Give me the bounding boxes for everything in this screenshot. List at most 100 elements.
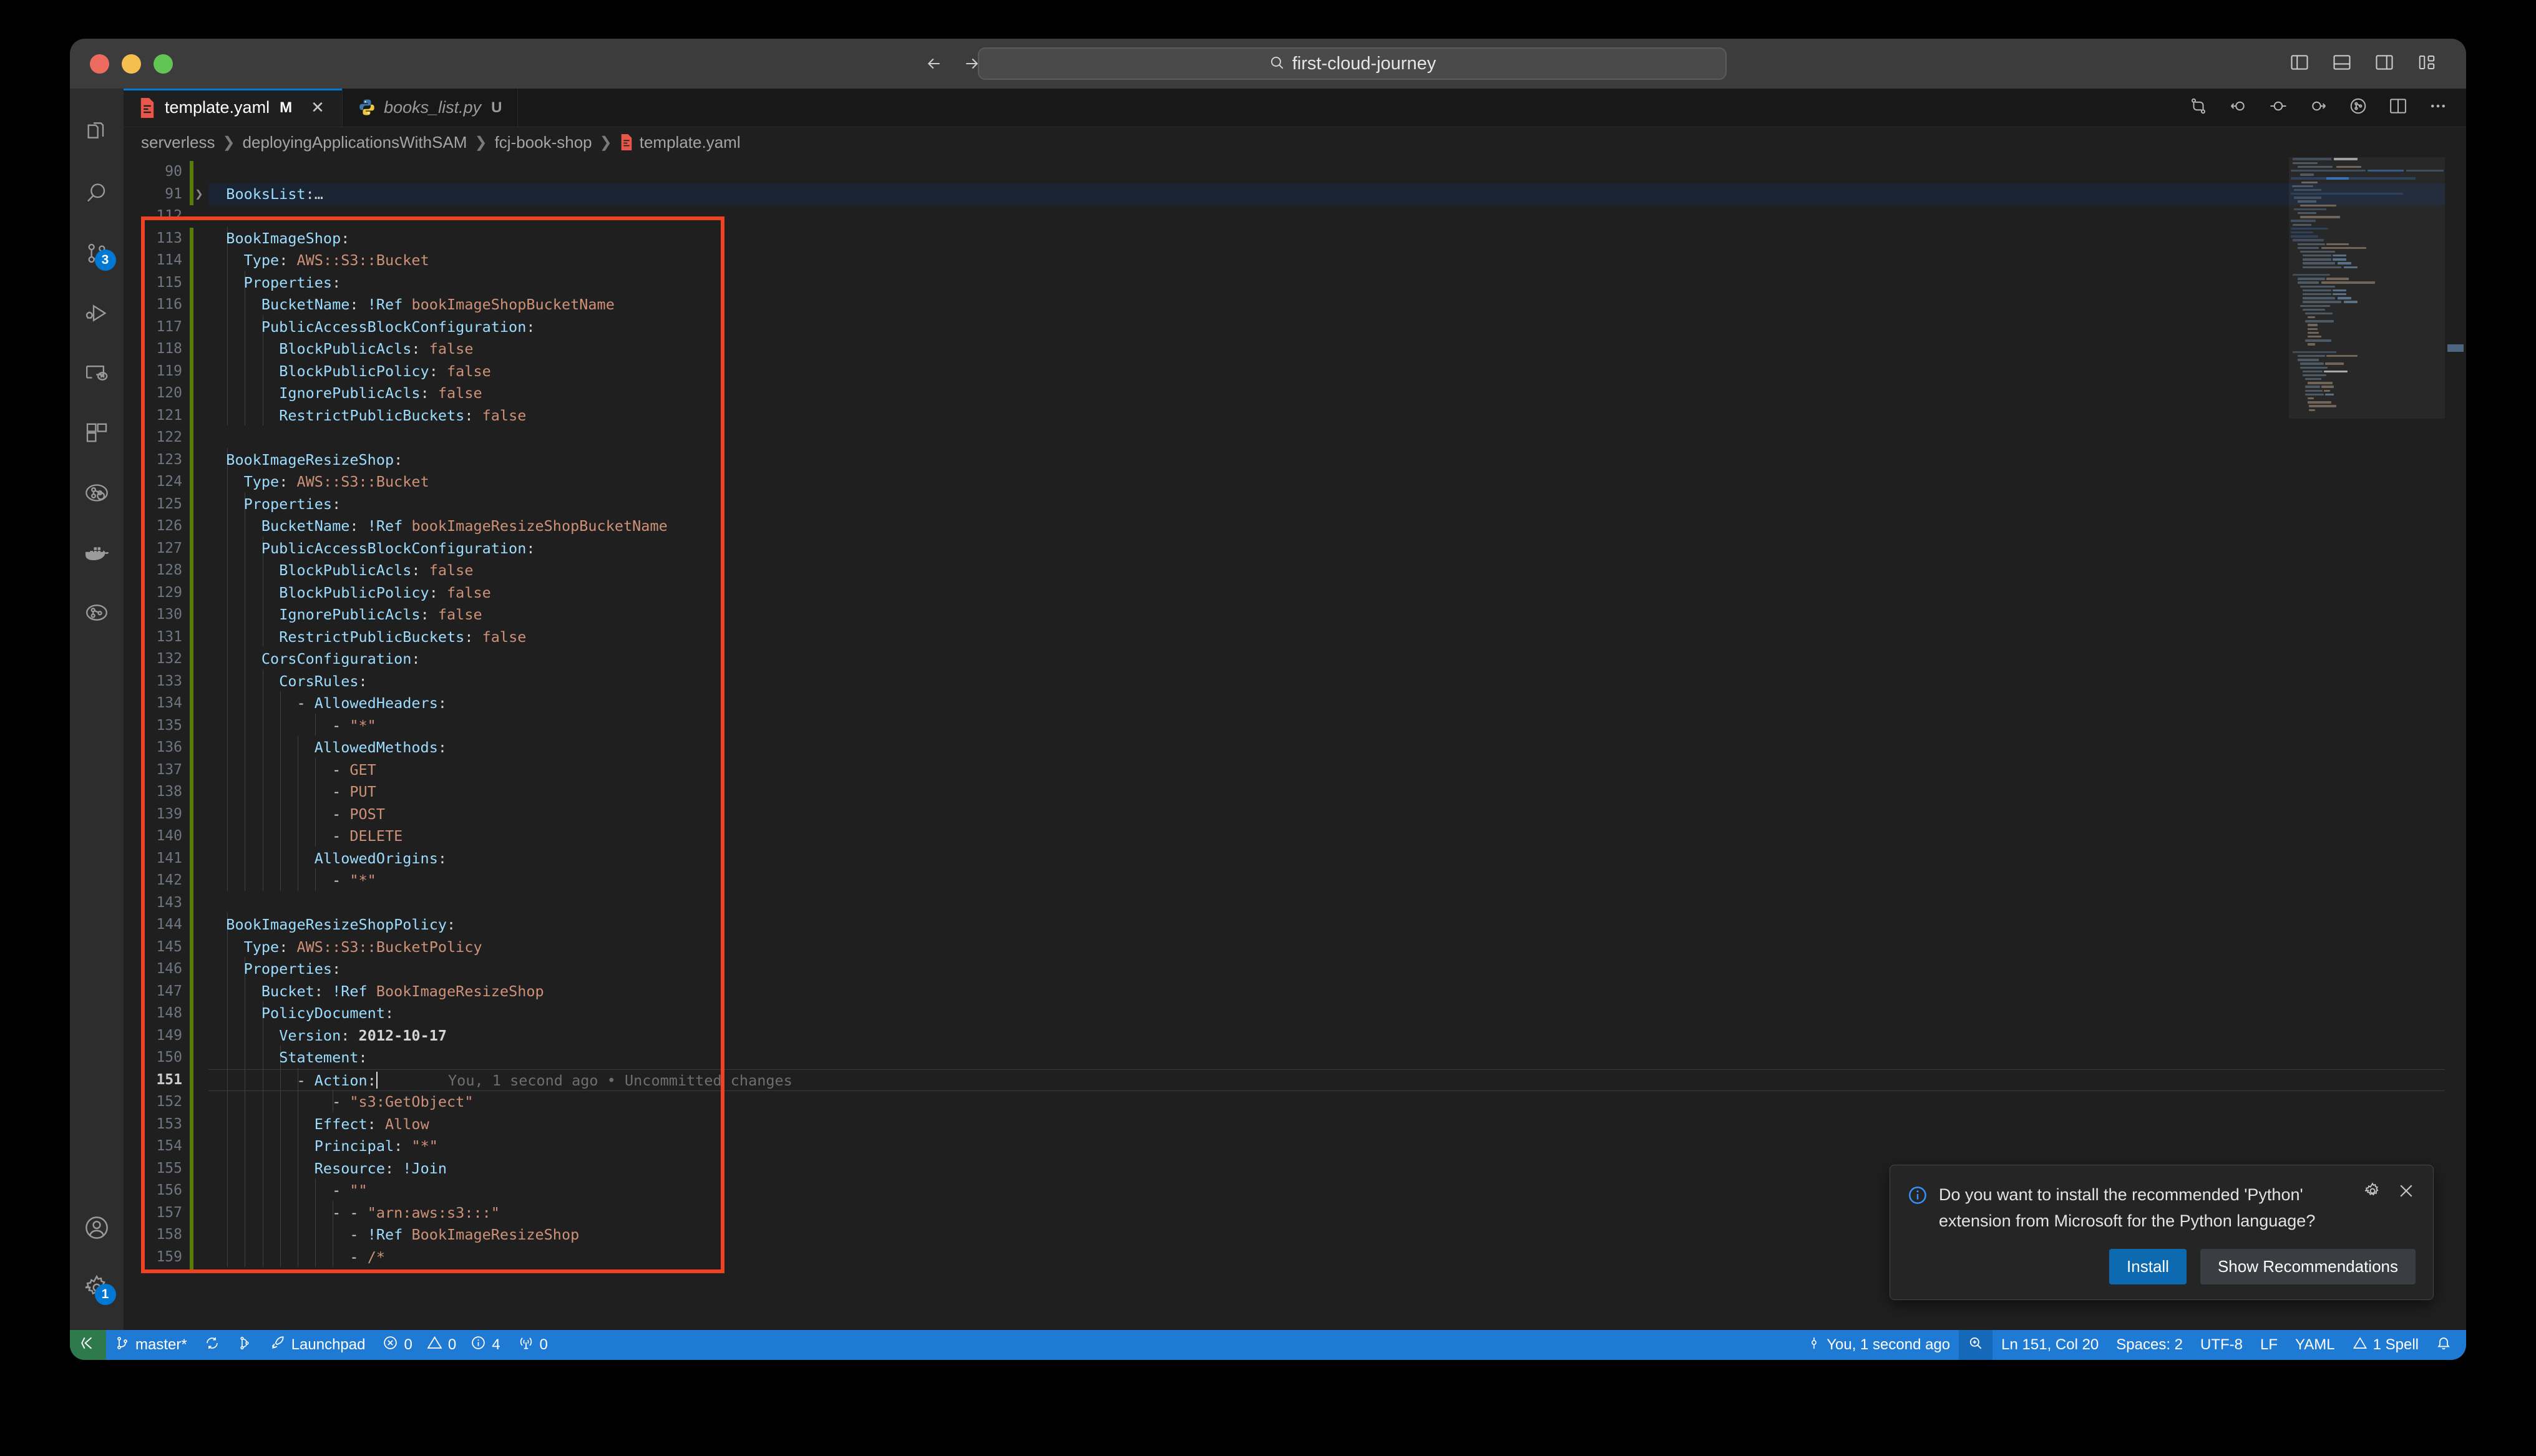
status-ports[interactable]: 0 xyxy=(509,1330,557,1360)
status-eol[interactable]: LF xyxy=(2251,1330,2286,1360)
code-line[interactable]: Properties: xyxy=(208,493,2466,516)
status-git-branch-extra[interactable] xyxy=(228,1330,261,1360)
sidebar-item-aws-toolkit[interactable] xyxy=(70,464,124,524)
close-window-button[interactable] xyxy=(90,54,109,74)
tab-books-list-py[interactable]: books_list.py U xyxy=(343,89,518,127)
code-line[interactable]: - Action: You, 1 second ago • Uncommitte… xyxy=(208,1069,2466,1091)
sidebar-item-docker[interactable] xyxy=(70,524,124,584)
current-change-icon[interactable] xyxy=(2269,97,2288,119)
sidebar-item-search[interactable] xyxy=(70,165,124,225)
code-line[interactable]: PolicyDocument: xyxy=(208,1002,2466,1025)
code-line[interactable]: Principal: "*" xyxy=(208,1135,2466,1158)
show-recommendations-button[interactable]: Show Recommendations xyxy=(2200,1249,2416,1284)
code-line[interactable] xyxy=(208,892,2466,915)
compare-changes-icon[interactable] xyxy=(2189,97,2208,119)
install-button[interactable]: Install xyxy=(2109,1249,2187,1284)
sidebar-item-source-control[interactable]: 3 xyxy=(70,225,124,284)
code-line[interactable]: BookImageShop: xyxy=(208,228,2466,250)
code-line[interactable]: BlockPublicPolicy: false xyxy=(208,582,2466,604)
close-icon[interactable]: ✕ xyxy=(308,98,327,117)
toggle-primary-sidebar-icon[interactable] xyxy=(2290,54,2309,74)
code-line[interactable]: PublicAccessBlockConfiguration: xyxy=(208,538,2466,560)
more-actions-icon[interactable] xyxy=(2429,97,2447,119)
breadcrumb-item-0[interactable]: serverless xyxy=(141,133,215,152)
code-line[interactable] xyxy=(208,161,2466,183)
sidebar-item-accounts[interactable] xyxy=(70,1199,124,1259)
status-launchpad[interactable]: Launchpad xyxy=(261,1330,374,1360)
code-line[interactable]: Properties: xyxy=(208,958,2466,981)
quick-search-input[interactable]: first-cloud-journey xyxy=(978,47,1727,80)
gear-icon[interactable] xyxy=(2363,1182,2382,1203)
code-line[interactable]: - AllowedHeaders: xyxy=(208,692,2466,715)
code-line[interactable]: RestrictPublicBuckets: false xyxy=(208,405,2466,427)
code-line[interactable]: - "*" xyxy=(208,715,2466,737)
code-line[interactable]: Properties: xyxy=(208,272,2466,294)
sidebar-item-git-graph[interactable] xyxy=(70,584,124,644)
breadcrumb-item-3[interactable]: template.yaml xyxy=(620,133,741,152)
status-blame[interactable]: You, 1 second ago xyxy=(1798,1330,1959,1360)
sidebar-item-extensions[interactable] xyxy=(70,404,124,464)
code-editor[interactable]: 90 91 112 113 114 115 116 117 118 119 120 121 122 123… xyxy=(124,157,2466,1330)
remote-window-button[interactable] xyxy=(70,1330,106,1360)
status-problems[interactable]: 0 0 4 xyxy=(374,1330,509,1360)
sidebar-item-remote-explorer[interactable] xyxy=(70,344,124,404)
code-line[interactable]: - POST xyxy=(208,803,2466,826)
breadcrumb-item-2[interactable]: fcj-book-shop xyxy=(495,133,592,152)
sidebar-item-manage-settings[interactable]: 1 xyxy=(70,1259,124,1319)
minimap[interactable] xyxy=(2289,157,2445,1330)
code-line[interactable]: - "*" xyxy=(208,870,2466,892)
customize-layout-icon[interactable] xyxy=(2417,54,2436,74)
tab-template-yaml[interactable]: template.yaml M ✕ xyxy=(124,89,343,127)
code-line[interactable]: BucketName: !Ref bookImageShopBucketName xyxy=(208,294,2466,316)
code-line[interactable]: AllowedOrigins: xyxy=(208,848,2466,870)
status-spell-check[interactable]: 1 Spell xyxy=(2344,1330,2427,1360)
sidebar-item-run-and-debug[interactable] xyxy=(70,284,124,344)
code-line[interactable]: Statement: xyxy=(208,1047,2466,1069)
code-line[interactable] xyxy=(208,205,2466,228)
code-line[interactable]: IgnorePublicAcls: false xyxy=(208,382,2466,405)
code-line[interactable]: PublicAccessBlockConfiguration: xyxy=(208,316,2466,339)
code-line[interactable]: Type: AWS::S3::Bucket xyxy=(208,250,2466,272)
status-language-mode[interactable]: YAML xyxy=(2286,1330,2344,1360)
status-branch[interactable]: master* xyxy=(106,1330,196,1360)
split-editor-icon[interactable] xyxy=(2389,97,2407,118)
code-line[interactable]: BookImageResizeShop: xyxy=(208,449,2466,472)
code-line[interactable]: AllowedMethods: xyxy=(208,737,2466,759)
code-line[interactable]: Type: AWS::S3::Bucket xyxy=(208,471,2466,493)
status-search-zoom[interactable] xyxy=(1959,1330,1993,1360)
code-line[interactable]: BlockPublicAcls: false xyxy=(208,560,2466,582)
status-sync[interactable] xyxy=(196,1330,228,1360)
code-line[interactable]: RestrictPublicBuckets: false xyxy=(208,626,2466,649)
code-line[interactable] xyxy=(208,427,2466,449)
maximize-window-button[interactable] xyxy=(154,54,173,74)
git-graph-icon[interactable] xyxy=(2349,97,2368,119)
editor-scrollbar[interactable] xyxy=(2445,157,2466,1330)
code-line[interactable]: - DELETE xyxy=(208,825,2466,848)
status-indentation[interactable]: Spaces: 2 xyxy=(2107,1330,2192,1360)
code-line[interactable]: BlockPublicAcls: false xyxy=(208,338,2466,361)
status-encoding[interactable]: UTF-8 xyxy=(2192,1330,2251,1360)
code-line[interactable]: BucketName: !Ref bookImageResizeShopBuck… xyxy=(208,515,2466,538)
code-line[interactable]: CorsRules: xyxy=(208,671,2466,693)
code-line[interactable]: - GET xyxy=(208,759,2466,782)
next-change-icon[interactable] xyxy=(2309,97,2328,119)
breadcrumb-item-1[interactable]: deployingApplicationsWithSAM xyxy=(243,133,467,152)
back-arrow-icon[interactable] xyxy=(925,54,944,73)
code-content[interactable]: BooksList:… BookImageShop: Type: AWS::S3… xyxy=(208,157,2466,1330)
toggle-panel-icon[interactable] xyxy=(2333,54,2351,74)
status-cursor-position[interactable]: Ln 151, Col 20 xyxy=(1992,1330,2107,1360)
code-line[interactable]: - "s3:GetObject" xyxy=(208,1091,2466,1114)
code-line[interactable]: Effect: Allow xyxy=(208,1114,2466,1136)
code-line[interactable]: CorsConfiguration: xyxy=(208,648,2466,671)
close-icon[interactable] xyxy=(2397,1182,2416,1203)
code-line[interactable]: Bucket: !Ref BookImageResizeShop xyxy=(208,981,2466,1003)
toggle-secondary-sidebar-icon[interactable] xyxy=(2375,54,2394,74)
code-line[interactable]: IgnorePublicAcls: false xyxy=(208,604,2466,626)
minimize-window-button[interactable] xyxy=(122,54,141,74)
code-line[interactable]: BooksList:… xyxy=(208,183,2466,205)
code-line[interactable]: Type: AWS::S3::BucketPolicy xyxy=(208,936,2466,959)
code-line[interactable]: BookImageResizeShopPolicy: xyxy=(208,914,2466,936)
status-notifications[interactable] xyxy=(2427,1330,2460,1360)
code-line[interactable]: Version: 2012-10-17 xyxy=(208,1025,2466,1047)
previous-change-icon[interactable] xyxy=(2229,97,2248,119)
